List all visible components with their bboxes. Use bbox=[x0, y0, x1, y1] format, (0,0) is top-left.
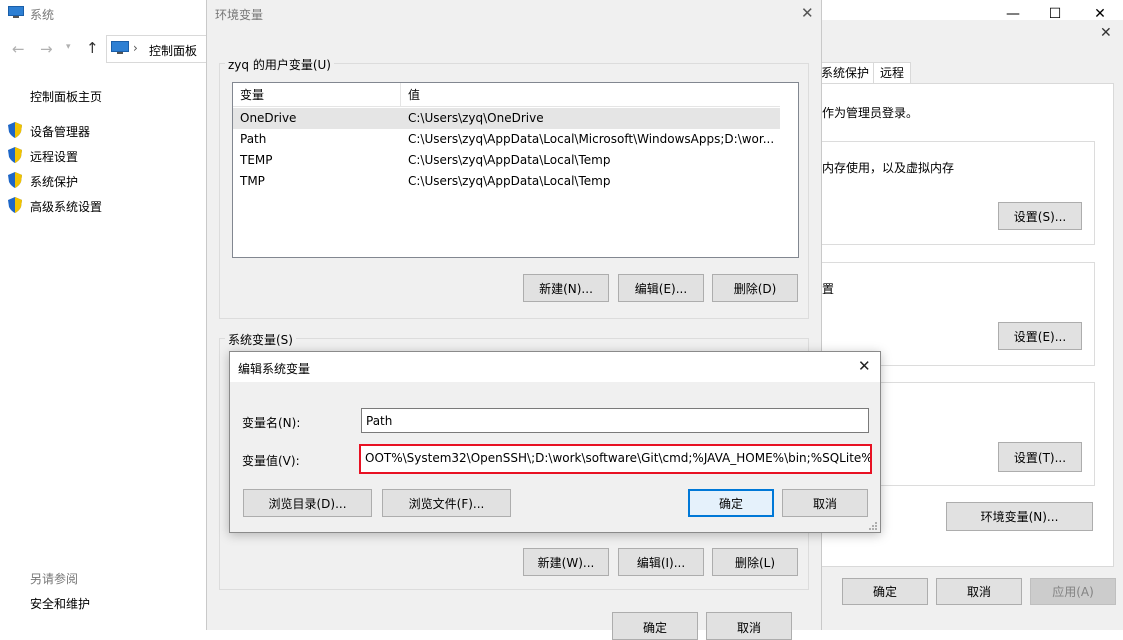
system-window-icon bbox=[8, 6, 24, 19]
env-ok-button[interactable]: 确定 bbox=[612, 612, 698, 640]
performance-groupbox: 内存使用，以及虚拟内存 设置(S)... bbox=[807, 141, 1095, 245]
variable-name-cell: OneDrive bbox=[240, 111, 297, 125]
control-panel-icon bbox=[111, 41, 129, 58]
table-row[interactable]: TMP C:\Users\zyq\AppData\Local\Temp bbox=[233, 171, 780, 192]
env-cancel-button[interactable]: 取消 bbox=[706, 612, 792, 640]
table-row[interactable]: Path C:\Users\zyq\AppData\Local\Microsof… bbox=[233, 129, 780, 150]
resize-grip-icon[interactable] bbox=[868, 520, 878, 530]
user-variables-list[interactable]: 变量 值 OneDrive C:\Users\zyq\OneDrive Path… bbox=[232, 82, 799, 258]
variable-name-cell: TMP bbox=[240, 174, 265, 188]
browse-directory-button[interactable]: 浏览目录(D)... bbox=[243, 489, 372, 517]
performance-settings-button[interactable]: 设置(S)... bbox=[998, 202, 1082, 230]
startup-recovery-settings-button[interactable]: 设置(T)... bbox=[998, 442, 1082, 472]
breadcrumb-control-panel[interactable]: 控制面板 bbox=[149, 42, 197, 59]
environment-variables-dialog: 环境变量 ✕ zyq 的用户变量(U) 变量 值 OneDrive C:\Use… bbox=[206, 0, 822, 640]
close-icon[interactable]: ✕ bbox=[801, 4, 814, 22]
sidebar-item-remote-settings[interactable]: 远程设置 bbox=[30, 148, 78, 165]
variable-value-highlight: OOT%\System32\OpenSSH\;D:\work\software\… bbox=[359, 444, 872, 474]
close-icon[interactable]: ✕ bbox=[1100, 25, 1112, 41]
back-arrow-icon[interactable]: ← bbox=[12, 40, 25, 58]
edit-dialog-title: 编辑系统变量 bbox=[238, 362, 311, 376]
edit-ok-button[interactable]: 确定 bbox=[688, 489, 774, 517]
admin-note: 作为管理员登录。 bbox=[822, 106, 919, 120]
variable-value-cell: C:\Users\zyq\AppData\Local\Temp bbox=[408, 174, 611, 188]
system-edit-button[interactable]: 编辑(I)... bbox=[618, 548, 704, 576]
close-icon[interactable]: ✕ bbox=[858, 357, 871, 375]
user-profiles-settings-button[interactable]: 设置(E)... bbox=[998, 322, 1082, 350]
forward-arrow-icon[interactable]: → bbox=[40, 40, 53, 58]
column-header-variable[interactable]: 变量 bbox=[233, 83, 401, 107]
table-row[interactable]: TEMP C:\Users\zyq\AppData\Local\Temp bbox=[233, 150, 780, 171]
apply-button[interactable]: 应用(A) bbox=[1030, 578, 1116, 605]
variable-value-field[interactable]: OOT%\System32\OpenSSH\;D:\work\software\… bbox=[365, 451, 870, 465]
user-variables-title: zyq 的用户变量(U) bbox=[225, 56, 334, 73]
user-new-button[interactable]: 新建(N)... bbox=[523, 274, 609, 302]
variable-value-cell: C:\Users\zyq\OneDrive bbox=[408, 111, 544, 125]
shield-icon bbox=[8, 197, 22, 213]
see-also-heading: 另请参阅 bbox=[30, 572, 79, 586]
shield-icon bbox=[8, 172, 22, 188]
browse-file-button[interactable]: 浏览文件(F)... bbox=[382, 489, 511, 517]
system-variables-title: 系统变量(S) bbox=[225, 331, 296, 348]
dialog-title: 环境变量 bbox=[215, 8, 264, 22]
list-scrollbar[interactable] bbox=[780, 83, 798, 257]
sidebar-item-system-protection[interactable]: 系统保护 bbox=[30, 173, 78, 190]
user-delete-button[interactable]: 删除(D) bbox=[712, 274, 798, 302]
up-arrow-icon[interactable]: ↑ bbox=[86, 39, 99, 57]
sidebar-item-control-panel-home[interactable]: 控制面板主页 bbox=[30, 88, 102, 105]
variable-name-field[interactable] bbox=[361, 408, 869, 433]
variable-value-cell: C:\Users\zyq\AppData\Local\Temp bbox=[408, 153, 611, 167]
ok-button[interactable]: 确定 bbox=[842, 578, 928, 605]
sidebar-item-device-manager[interactable]: 设备管理器 bbox=[30, 123, 90, 140]
edit-system-variable-dialog: 编辑系统变量 ✕ 变量名(N): 变量值(V): OOT%\System32\O… bbox=[229, 351, 881, 533]
variable-value-label: 变量值(V): bbox=[242, 454, 300, 468]
variable-name-label: 变量名(N): bbox=[242, 416, 301, 430]
address-bar[interactable]: › 控制面板 bbox=[106, 35, 216, 63]
history-dropdown-icon[interactable]: ▾ bbox=[66, 42, 71, 52]
shield-icon bbox=[8, 122, 22, 138]
sidebar-item-advanced-settings[interactable]: 高级系统设置 bbox=[30, 198, 102, 215]
column-header-value[interactable]: 值 bbox=[401, 83, 780, 107]
edit-dialog-titlebar: 编辑系统变量 ✕ bbox=[230, 352, 880, 382]
sidebar-item-security-maintenance[interactable]: 安全和维护 bbox=[30, 595, 90, 612]
system-window-title: 系统 bbox=[30, 8, 55, 22]
edit-cancel-button[interactable]: 取消 bbox=[782, 489, 868, 517]
table-row[interactable]: OneDrive C:\Users\zyq\OneDrive bbox=[233, 108, 780, 129]
system-properties-dialog: ✕ 系统保护 远程 作为管理员登录。 内存使用，以及虚拟内存 设置(S)... … bbox=[807, 20, 1123, 630]
shield-icon bbox=[8, 147, 22, 163]
tab-system-protection[interactable]: 系统保护 bbox=[816, 62, 875, 83]
variable-name-cell: Path bbox=[240, 132, 267, 146]
system-delete-button[interactable]: 删除(L) bbox=[712, 548, 798, 576]
performance-description: 内存使用，以及虚拟内存 bbox=[822, 161, 955, 175]
system-new-button[interactable]: 新建(W)... bbox=[523, 548, 609, 576]
cancel-button[interactable]: 取消 bbox=[936, 578, 1022, 605]
breadcrumb-separator-icon: › bbox=[133, 41, 138, 55]
variable-name-cell: TEMP bbox=[240, 153, 273, 167]
tab-remote[interactable]: 远程 bbox=[873, 62, 912, 83]
user-profiles-description: 置 bbox=[822, 282, 835, 296]
environment-variables-button[interactable]: 环境变量(N)... bbox=[946, 502, 1093, 531]
user-edit-button[interactable]: 编辑(E)... bbox=[618, 274, 704, 302]
variable-value-cell: C:\Users\zyq\AppData\Local\Microsoft\Win… bbox=[408, 132, 775, 146]
